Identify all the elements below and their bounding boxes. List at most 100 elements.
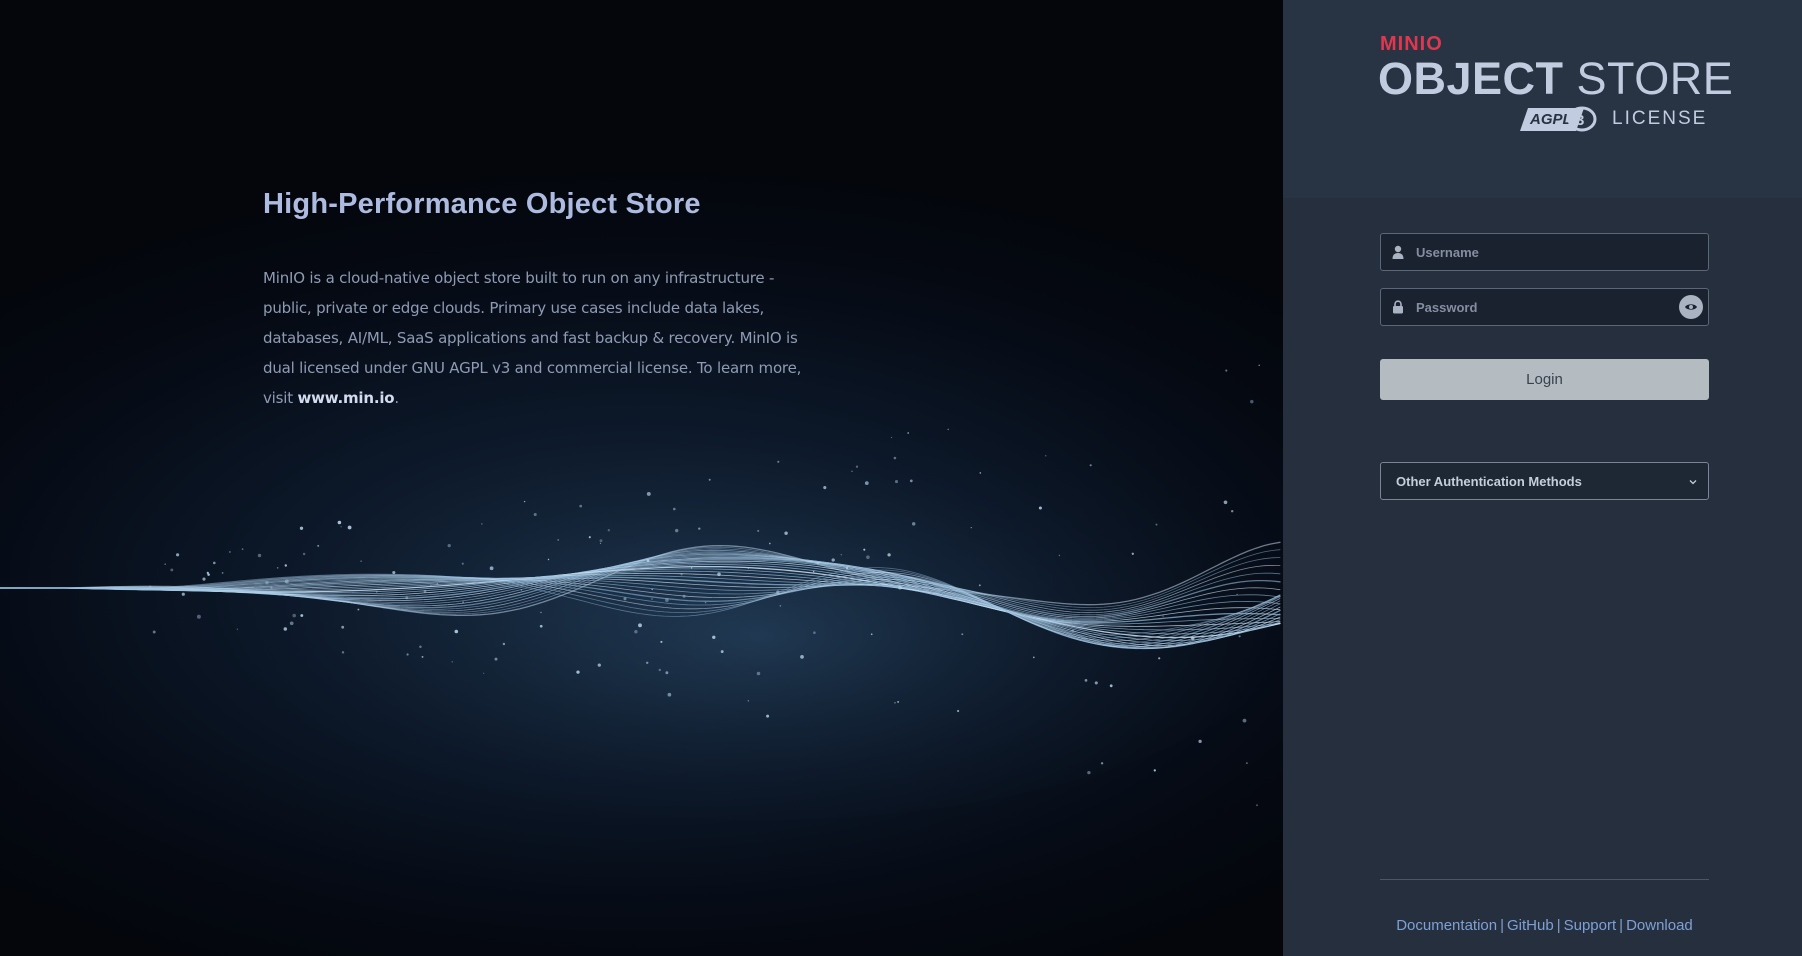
password-input[interactable] [1416,289,1666,325]
wave-particle [283,627,288,631]
other-auth-methods-dropdown[interactable]: Other Authentication Methods [1380,462,1709,500]
wave-particle [779,605,782,607]
wave-particle [1044,454,1047,457]
wave-particle [768,542,771,545]
wave-particle [176,553,180,557]
password-field[interactable] [1380,288,1709,326]
wave-particle [148,585,152,589]
download-link[interactable]: Download [1626,917,1693,934]
wave-particle [302,552,306,556]
github-link[interactable]: GitHub [1507,917,1554,934]
wave-particle [947,428,949,431]
wave-particle [851,470,853,473]
wave-particle [284,564,287,567]
wave-particle [419,645,422,649]
wave-particle [461,562,464,565]
wave-particle [270,586,273,589]
footer-separator: | [1619,917,1624,934]
product-name-light: STORE [1563,53,1734,104]
other-auth-methods-label: Other Authentication Methods [1396,474,1582,489]
wave-particle [866,555,870,559]
wave-particle [347,525,352,530]
hero-panel: High-Performance Object Store MinIO is a… [0,0,1283,956]
wave-particle [690,567,693,569]
hero-description-end: . [394,389,399,407]
wave-particle [341,625,345,629]
wave-particle [236,628,239,630]
wave-particle [870,633,873,636]
wave-particle [1094,681,1098,685]
minio-website-link[interactable]: www.min.io [297,389,394,407]
wave-particle [894,480,899,484]
wave-particle [1071,629,1075,633]
hero-title: High-Performance Object Store [263,188,701,220]
wave-particle [757,529,760,532]
wave-particle [909,479,913,483]
wave-particle [337,520,342,525]
wave-particle [766,714,770,718]
wave-particle [454,629,459,634]
wave-particle [777,460,780,463]
wave-particle [978,584,981,587]
login-button[interactable]: Login [1380,359,1709,400]
wave-particle [289,621,294,626]
wave-particle [436,583,439,585]
support-link[interactable]: Support [1564,917,1617,934]
wave-particle [502,642,506,646]
wave-particle [667,692,672,697]
user-icon [1392,245,1404,259]
wave-particle [840,553,843,556]
wave-particle [651,588,653,591]
wave-particle [638,623,642,628]
wave-particle [164,563,166,565]
wave-particle [646,491,651,496]
wave-particle [196,614,201,619]
show-password-button[interactable] [1679,295,1703,319]
wave-particle [893,456,897,460]
documentation-link[interactable]: Documentation [1396,917,1497,934]
wave-particle [623,597,627,601]
svg-text:AGPL: AGPL [1529,111,1572,128]
wave-particle [660,640,663,643]
wave-particle [482,672,485,674]
wave-particle [276,567,279,569]
wave-particle [520,589,523,591]
wave-particle [1084,679,1088,682]
wave-particle [831,558,835,562]
wave-particle [1155,523,1158,526]
wave-particle [152,630,156,634]
wave-particle [970,526,972,529]
wave-particle [392,570,396,575]
username-input[interactable] [1416,234,1666,270]
wave-particle [704,601,707,604]
wave-particle [747,700,750,702]
wave-particle [816,562,819,565]
wave-particle [423,590,427,593]
wave-particle [845,566,849,570]
wave-particle [340,526,342,528]
hero-text: High-Performance Object Store MinIO is a… [263,188,803,413]
wave-particle [202,577,206,581]
wave-particle [229,551,231,553]
username-field[interactable] [1380,233,1709,271]
wave-particle [1250,399,1254,404]
wave-particle [812,570,815,573]
wave-particle [855,465,859,468]
wave-particle [481,523,483,525]
wave-particle [784,531,788,535]
wave-particle [576,670,580,674]
footer-separator: | [1500,917,1505,934]
wave-particle [646,559,650,563]
wave-particle [890,436,893,439]
wave-particle [523,500,526,503]
wave-particle [241,548,244,550]
wave-particle [421,655,424,658]
license-label: LICENSE [1612,108,1708,129]
wave-particle [864,481,869,485]
footer-separator: | [1556,917,1561,934]
product-name-bold: OBJECT [1378,53,1564,104]
wave-particle [539,624,543,628]
wave-particle [547,558,550,561]
wave-particle [533,512,537,517]
wave-particle [284,579,289,584]
